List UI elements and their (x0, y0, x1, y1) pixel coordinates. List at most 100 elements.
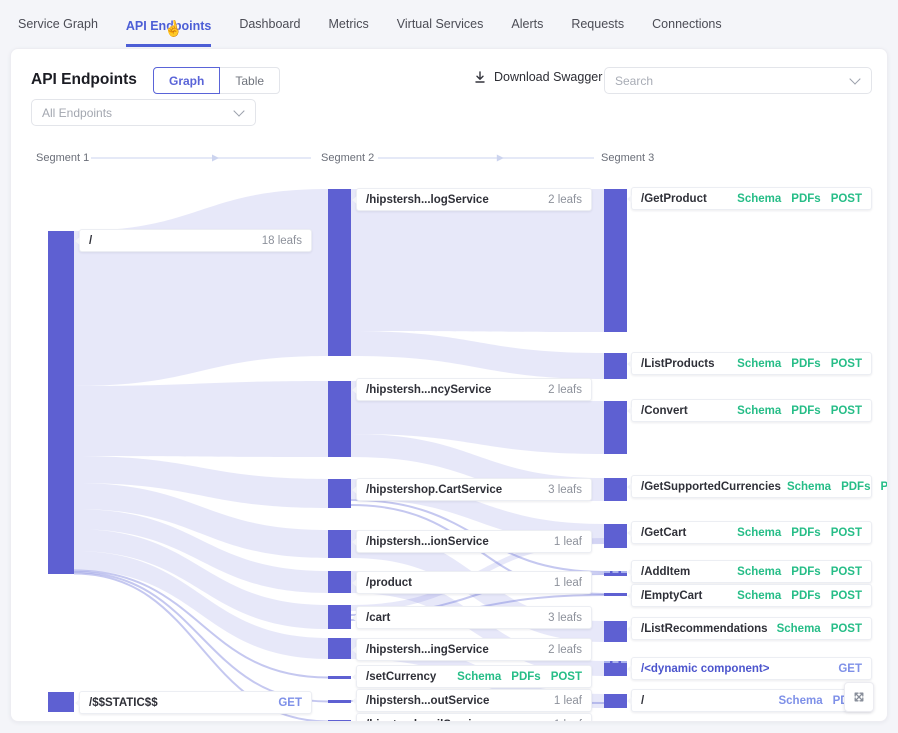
endpoint-action-link-post[interactable]: POST (831, 623, 862, 635)
sankey-node-label[interactable]: /hipstersh...ailService1 leaf (356, 713, 592, 722)
sankey-node-label[interactable]: /product1 leaf (356, 571, 592, 594)
sankey-node-label[interactable]: /cart3 leafs (356, 606, 592, 629)
sankey-node-label[interactable]: /GetSupportedCurrenciesSchemaPDFsPOST (631, 475, 872, 498)
nav-item-service-graph[interactable]: Service Graph (18, 0, 98, 48)
endpoint-meta: 1 leaf (554, 536, 582, 548)
endpoint-action-link-post[interactable]: POST (831, 590, 862, 602)
endpoint-name: /hipstersh...outService (366, 695, 489, 707)
expand-fullscreen-button[interactable] (844, 682, 874, 712)
endpoint-action-link-post[interactable]: POST (831, 193, 862, 205)
sankey-node-bar[interactable] (604, 524, 627, 548)
endpoint-action-link-post[interactable]: POST (831, 358, 862, 370)
endpoint-action-link-schema[interactable]: Schema (777, 623, 821, 635)
endpoint-meta: GET (838, 663, 862, 675)
sankey-node-bar[interactable] (328, 571, 351, 593)
sankey-node-label[interactable]: /hipstersh...ingService2 leafs (356, 638, 592, 661)
sankey-node-label[interactable]: /18 leafs (79, 229, 312, 252)
endpoint-action-link-post[interactable]: POST (831, 527, 862, 539)
endpoint-action-link-pdfs[interactable]: PDFs (791, 590, 820, 602)
endpoint-action-link-schema[interactable]: Schema (737, 405, 781, 417)
endpoint-meta: 2 leafs (548, 644, 582, 656)
sankey-node-label[interactable]: /AddItemSchemaPDFsPOST (631, 560, 872, 583)
endpoint-action-link-pdfs[interactable]: PDFs (791, 527, 820, 539)
sankey-node-label[interactable]: /$$STATIC$$GET (79, 691, 312, 714)
sankey-node-label[interactable]: /SchemaPDFs (631, 689, 872, 712)
sankey-node-bar[interactable] (328, 638, 351, 659)
sankey-node-label[interactable]: /ListRecommendationsSchemaPOST (631, 617, 872, 640)
endpoint-meta: 2 leafs (548, 194, 582, 206)
nav-item-alerts[interactable]: Alerts (511, 0, 543, 48)
sankey-node-bar[interactable] (604, 621, 627, 642)
endpoint-name: / (641, 695, 644, 707)
endpoint-meta: Schema PDFs POST (737, 358, 862, 370)
nav-item-dashboard[interactable]: Dashboard (239, 0, 300, 48)
endpoint-meta: 1 leaf (554, 719, 582, 723)
sankey-node-bar[interactable] (328, 530, 351, 558)
endpoint-action-link-pdfs[interactable]: PDFs (791, 358, 820, 370)
endpoint-name: /hipstersh...ncyService (366, 384, 491, 396)
sankey-node-bar[interactable] (604, 189, 627, 332)
endpoint-action-link-schema[interactable]: Schema (737, 566, 781, 578)
endpoint-meta: GET (278, 697, 302, 709)
sankey-node-bar[interactable] (328, 189, 351, 356)
endpoint-action-link-post[interactable]: POST (880, 481, 888, 493)
nav-item-connections[interactable]: Connections (652, 0, 722, 48)
endpoint-meta: Schema PDFs POST (457, 671, 582, 683)
endpoint-action-link-pdfs[interactable]: PDFs (511, 671, 540, 683)
sankey-node-bar[interactable] (604, 401, 627, 454)
sankey-node-bar[interactable] (604, 478, 627, 501)
sankey-node-bar[interactable] (48, 231, 74, 574)
sankey-node-bar[interactable] (328, 720, 351, 722)
endpoint-action-link-pdfs[interactable]: PDFs (841, 481, 870, 493)
sankey-node-label[interactable]: /hipstershop.CartService3 leafs (356, 478, 592, 501)
sankey-node-bar[interactable] (328, 605, 351, 629)
sankey-node-label[interactable]: /ListProductsSchemaPDFsPOST (631, 352, 872, 375)
sankey-node-bar[interactable] (604, 661, 627, 676)
endpoint-action-link-schema[interactable]: Schema (778, 695, 822, 707)
endpoint-action-link-schema[interactable]: Schema (737, 193, 781, 205)
sankey-node-label[interactable]: /GetProductSchemaPDFsPOST (631, 187, 872, 210)
endpoint-action-link-pdfs[interactable]: PDFs (791, 193, 820, 205)
sankey-node-label[interactable]: /hipstersh...ionService1 leaf (356, 530, 592, 553)
endpoint-action-link-get[interactable]: GET (838, 663, 862, 675)
sankey-node-bar[interactable] (604, 694, 627, 708)
endpoint-name: /GetSupportedCurrencies (641, 481, 781, 493)
sankey-node-bar[interactable] (328, 381, 351, 457)
endpoint-meta: Schema POST (777, 623, 862, 635)
endpoint-action-link-post[interactable]: POST (831, 405, 862, 417)
sankey-node-bar[interactable] (328, 700, 351, 703)
nav-item-metrics[interactable]: Metrics (328, 0, 368, 48)
sankey-node-label[interactable]: /EmptyCartSchemaPDFsPOST (631, 584, 872, 607)
endpoint-action-link-schema[interactable]: Schema (737, 590, 781, 602)
sankey-node-label[interactable]: /hipstersh...outService1 leaf (356, 689, 592, 712)
top-nav: Service Graph API Endpoints Dashboard Metri… (0, 0, 898, 48)
nav-item-api-endpoints[interactable]: API Endpoints (126, 2, 211, 47)
endpoint-action-link-schema[interactable]: Schema (737, 358, 781, 370)
sankey-node-label[interactable]: /ConvertSchemaPDFsPOST (631, 399, 872, 422)
nav-item-requests[interactable]: Requests (571, 0, 624, 48)
endpoint-action-link-schema[interactable]: Schema (787, 481, 831, 493)
endpoint-meta: 18 leafs (262, 235, 302, 247)
endpoint-name: /hipstershop.CartService (366, 484, 502, 496)
endpoint-meta: Schema PDFs POST (737, 527, 862, 539)
sankey-node-bar[interactable] (604, 593, 627, 596)
sankey-node-bar[interactable] (328, 676, 351, 679)
endpoint-action-link-pdfs[interactable]: PDFs (791, 405, 820, 417)
sankey-node-label[interactable]: /hipstersh...ncyService2 leafs (356, 378, 592, 401)
sankey-node-label[interactable]: /setCurrencySchemaPDFsPOST (356, 665, 592, 688)
sankey-node-bar[interactable] (48, 692, 74, 712)
sankey-node-label[interactable]: /GetCartSchemaPDFsPOST (631, 521, 872, 544)
endpoint-action-link-post[interactable]: POST (551, 671, 582, 683)
sankey-node-bar[interactable] (604, 571, 627, 576)
endpoint-action-link-schema[interactable]: Schema (737, 527, 781, 539)
endpoint-action-link-post[interactable]: POST (831, 566, 862, 578)
sankey-node-label[interactable]: /<dynamic component>GET (631, 657, 872, 680)
graph-view-button[interactable]: Graph (153, 67, 220, 94)
nav-item-virtual-services[interactable]: Virtual Services (397, 0, 484, 48)
endpoint-action-link-schema[interactable]: Schema (457, 671, 501, 683)
sankey-node-label[interactable]: /hipstersh...logService2 leafs (356, 188, 592, 211)
endpoint-action-link-get[interactable]: GET (278, 697, 302, 709)
sankey-node-bar[interactable] (604, 353, 627, 379)
sankey-node-bar[interactable] (328, 479, 351, 508)
endpoint-action-link-pdfs[interactable]: PDFs (791, 566, 820, 578)
